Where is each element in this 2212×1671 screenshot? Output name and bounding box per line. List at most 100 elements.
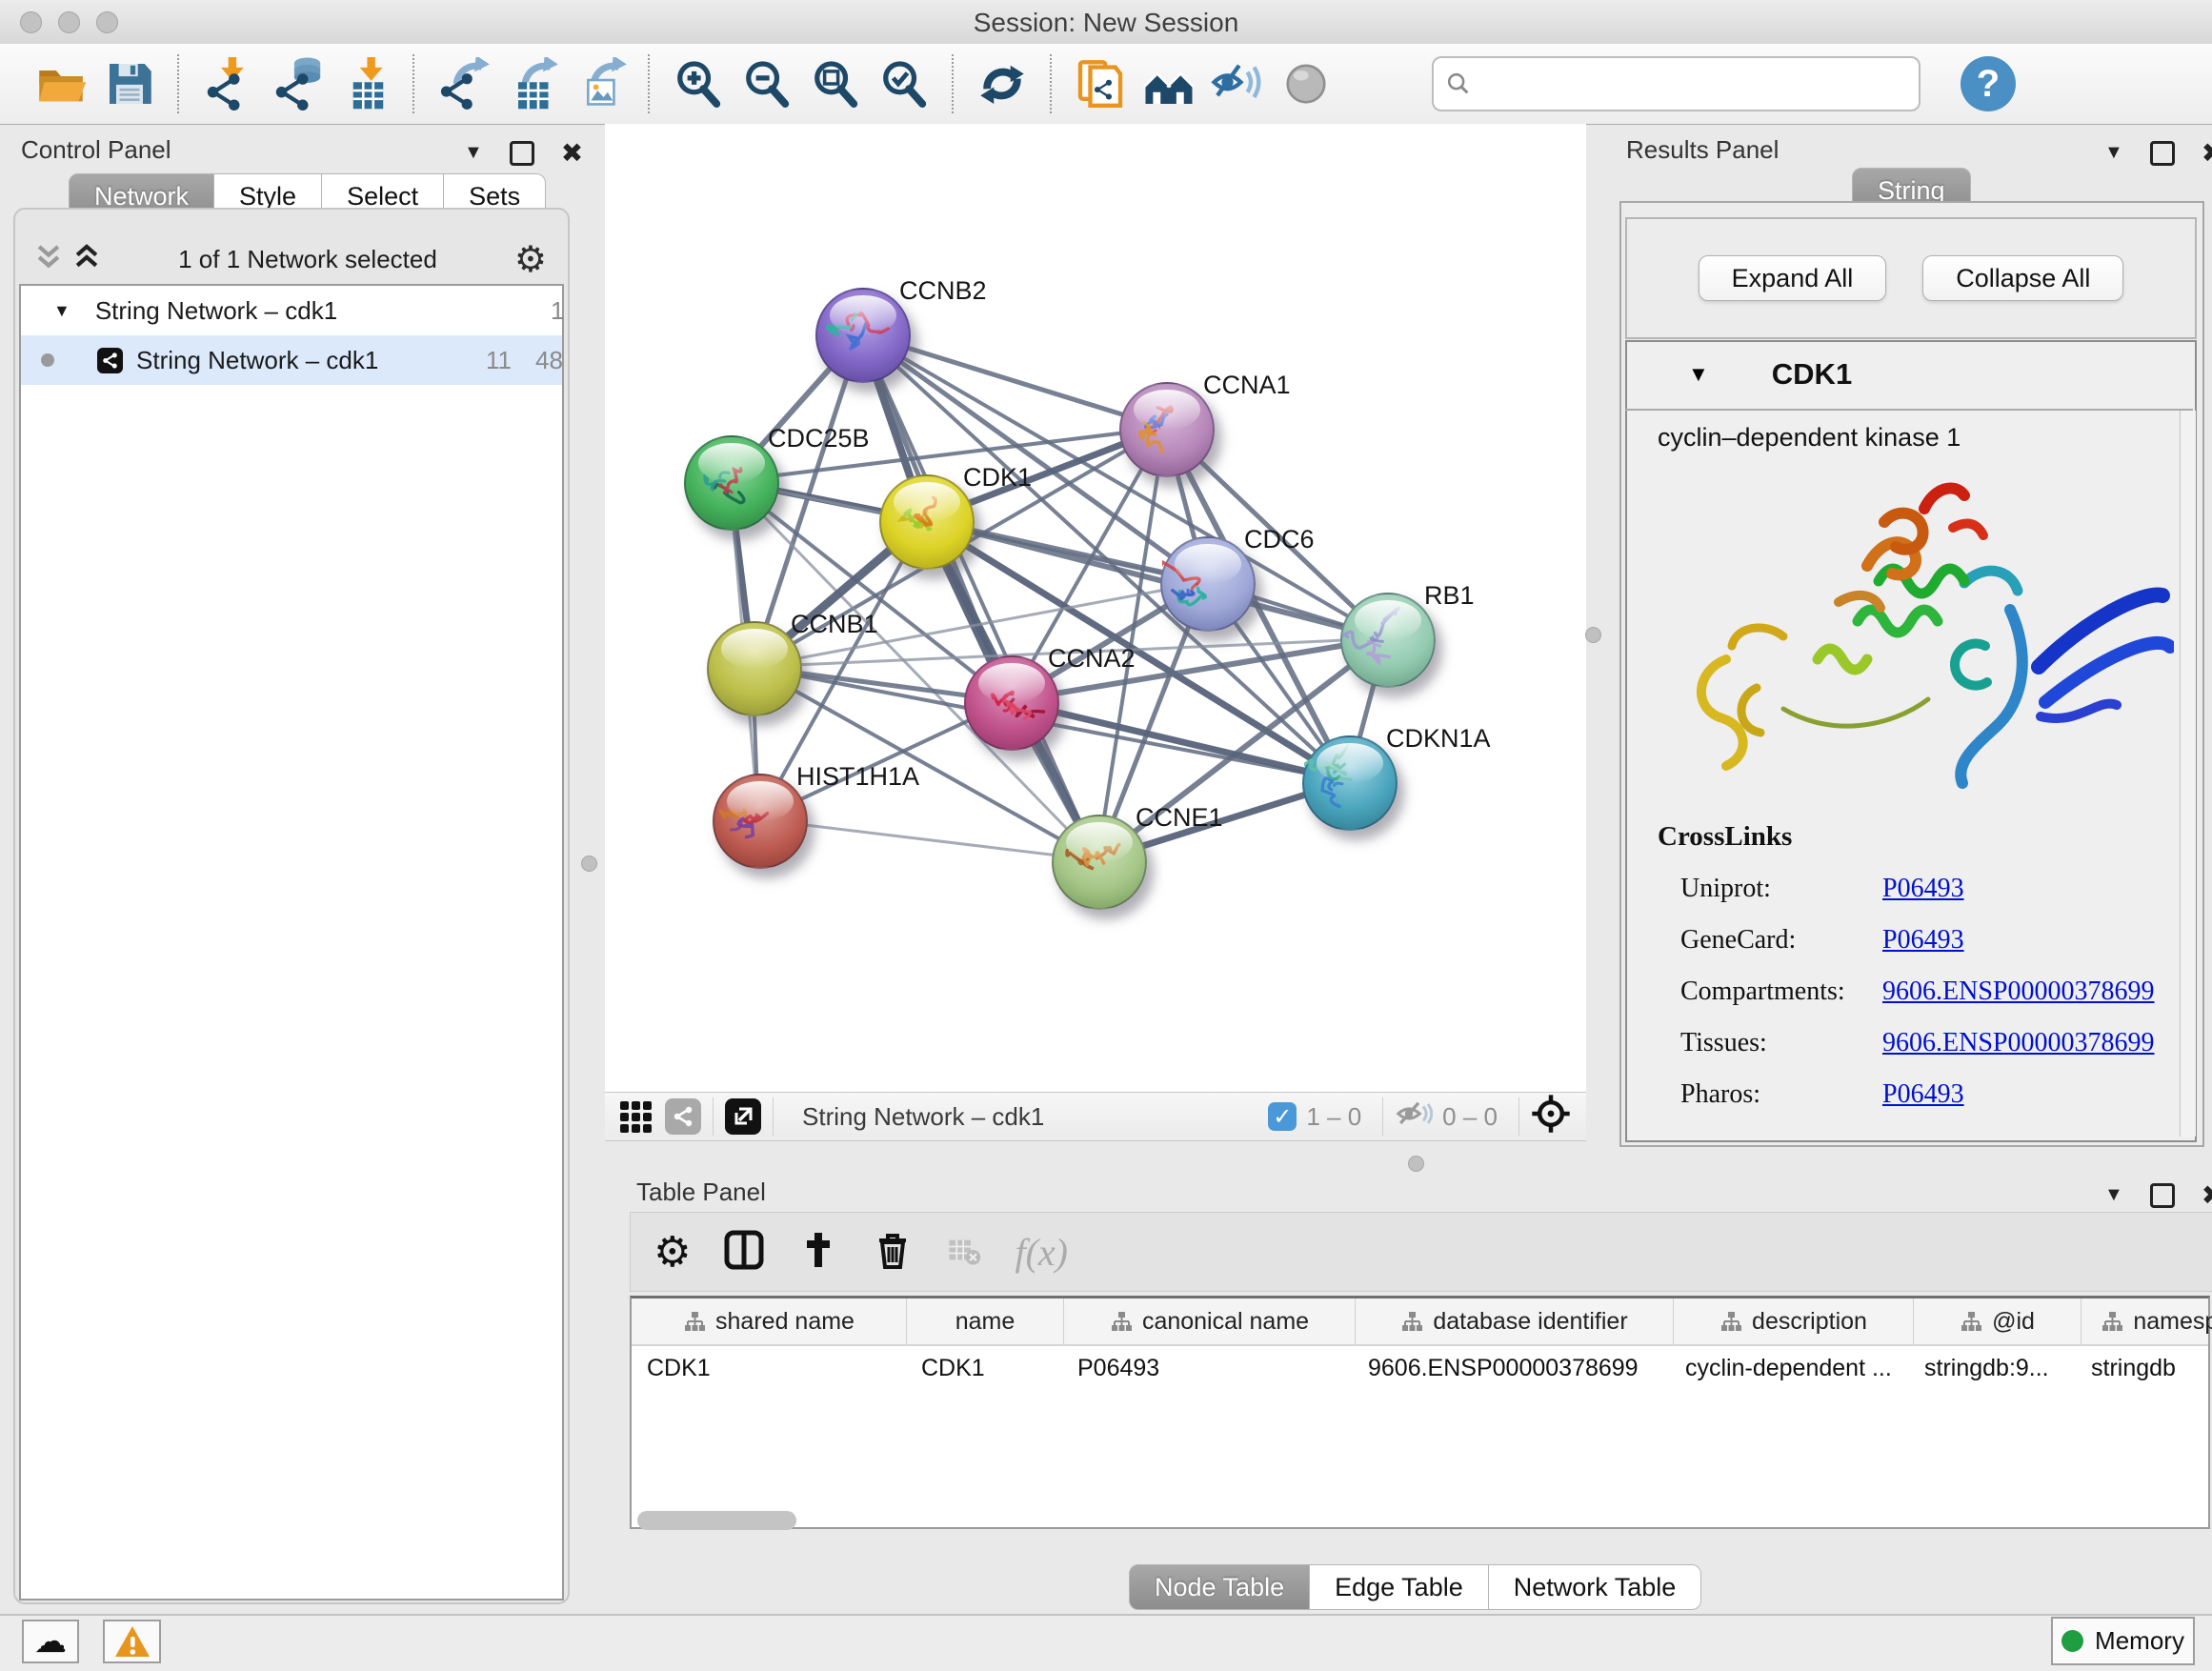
expand-all-networks-icon[interactable]: [72, 242, 101, 277]
left-splitter-handle[interactable]: [581, 856, 597, 872]
node-gloss: [1175, 544, 1240, 584]
table-cell[interactable]: cyclin-dependent ...: [1670, 1355, 1909, 1382]
collapse-panel-icon[interactable]: ▼: [2104, 1184, 2123, 1206]
collapse-all-button[interactable]: Collapse All: [1922, 255, 2123, 301]
help-button[interactable]: ?: [1961, 56, 2016, 111]
show-columns-icon[interactable]: [723, 1229, 765, 1276]
node-RB1[interactable]: [1340, 593, 1436, 688]
delete-column-trash-icon[interactable]: [872, 1229, 914, 1276]
zoom-in-icon[interactable]: [664, 51, 733, 116]
edge-HIST1H1A-CCNE1[interactable]: [758, 819, 1097, 860]
column-header-database-identifier[interactable]: database identifier: [1356, 1299, 1674, 1344]
network-view-title: String Network – cdk1: [802, 1102, 1044, 1132]
network-options-gear-icon[interactable]: ⚙: [514, 238, 547, 281]
open-in-new-window-icon[interactable]: [725, 1098, 761, 1135]
export-table-icon[interactable]: [497, 51, 566, 116]
node-CDC6[interactable]: [1160, 536, 1256, 632]
string-home-icon[interactable]: [1135, 51, 1203, 116]
node-CDC25B[interactable]: [684, 435, 779, 531]
crosslink-value-link[interactable]: 9606.ENSP00000378699: [1882, 976, 2154, 1007]
network-overview-icon[interactable]: [665, 1098, 701, 1135]
node-CDK1[interactable]: [879, 474, 975, 570]
fit-selected-crosshair-icon[interactable]: [1531, 1094, 1571, 1140]
column-header-namespac[interactable]: namespac: [2081, 1299, 2212, 1344]
crosslink-value-link[interactable]: P06493: [1882, 874, 1964, 904]
clone-network-icon[interactable]: [1066, 51, 1135, 116]
protein-expand-icon[interactable]: ▼: [1688, 362, 1709, 387]
tab-node-table[interactable]: Node Table: [1129, 1564, 1310, 1610]
node-CCNA1[interactable]: [1119, 382, 1215, 477]
crosslink-value-link[interactable]: P06493: [1882, 1079, 1964, 1110]
close-panel-icon[interactable]: ✖: [561, 137, 583, 169]
add-column-icon[interactable]: [797, 1229, 839, 1276]
export-image-icon[interactable]: [566, 51, 634, 116]
table-cell[interactable]: P06493: [1062, 1355, 1353, 1382]
grid-view-icon[interactable]: [620, 1101, 652, 1133]
cloud-button[interactable]: ☁: [22, 1620, 79, 1663]
table-cell[interactable]: stringdb: [2076, 1355, 2212, 1382]
bottom-splitter-handle[interactable]: [1408, 1156, 1424, 1172]
network-row[interactable]: String Network – cdk1 11 48: [21, 335, 562, 385]
node-gloss: [1317, 743, 1382, 783]
column-header-shared-name[interactable]: shared name: [632, 1299, 907, 1344]
close-panel-icon[interactable]: ✖: [2202, 137, 2212, 169]
table-cell[interactable]: stringdb:9...: [1909, 1355, 2076, 1382]
save-session-icon[interactable]: [95, 51, 164, 116]
close-panel-icon[interactable]: ✖: [2202, 1179, 2212, 1211]
collection-expand-icon[interactable]: ▼: [53, 301, 70, 321]
apply-layout-icon[interactable]: [968, 51, 1036, 116]
import-table-file-icon[interactable]: [331, 51, 399, 116]
crosslink-value-link[interactable]: 9606.ENSP00000378699: [1882, 1028, 2154, 1058]
memory-label: Memory: [2095, 1626, 2184, 1656]
table-cell[interactable]: CDK1: [906, 1355, 1062, 1382]
node-table[interactable]: shared namenamecanonical namedatabase id…: [630, 1296, 2210, 1529]
results-scrollbar[interactable]: [2180, 411, 2196, 1137]
expand-all-button[interactable]: Expand All: [1699, 255, 1887, 301]
column-header-description[interactable]: description: [1674, 1299, 1914, 1344]
warnings-button[interactable]: [103, 1620, 161, 1663]
right-splitter-handle[interactable]: [1585, 627, 1601, 643]
collapse-panel-icon[interactable]: ▼: [2104, 142, 2123, 164]
tab-edge-table[interactable]: Edge Table: [1310, 1564, 1489, 1610]
hide-graphics-details-icon[interactable]: [1203, 51, 1272, 116]
network-canvas[interactable]: CCNB2CCNA1CDC25BCDK1CDC6RB1CCNB1CCNA2CDK…: [605, 124, 1586, 1092]
node-CDKN1A[interactable]: [1302, 735, 1398, 831]
network-collection-row[interactable]: ▼ String Network – cdk1 1: [21, 286, 562, 335]
node-HIST1H1A[interactable]: [713, 774, 808, 869]
import-network-file-icon[interactable]: [193, 51, 262, 116]
column-header-@id[interactable]: @id: [1914, 1299, 2081, 1344]
memory-status-dot: [2061, 1630, 2083, 1652]
birds-eye-view-icon[interactable]: [1272, 51, 1340, 116]
hidden-eye-icon[interactable]: [1395, 1099, 1433, 1135]
column-header-canonical-name[interactable]: canonical name: [1064, 1299, 1356, 1344]
float-panel-icon[interactable]: [2150, 141, 2175, 166]
search-field[interactable]: [1472, 69, 1876, 100]
table-cell[interactable]: 9606.ENSP00000378699: [1353, 1355, 1670, 1382]
search-input[interactable]: [1432, 56, 1920, 111]
column-header-name[interactable]: name: [907, 1299, 1064, 1344]
collapse-panel-icon[interactable]: ▼: [464, 142, 483, 164]
table-options-gear-icon[interactable]: ⚙: [654, 1228, 691, 1277]
table-horizontal-scrollbar[interactable]: [637, 1511, 796, 1530]
node-CCNE1[interactable]: [1052, 815, 1147, 910]
table-row[interactable]: CDK1CDK1P064939606.ENSP00000378699cyclin…: [632, 1346, 2208, 1390]
node-CCNA2[interactable]: [964, 655, 1059, 751]
node-CCNB1[interactable]: [707, 621, 802, 716]
export-network-icon[interactable]: [429, 51, 497, 116]
table-cell[interactable]: CDK1: [632, 1355, 906, 1382]
memory-button[interactable]: Memory: [2051, 1617, 2195, 1665]
float-panel-icon[interactable]: [2150, 1183, 2175, 1208]
column-type-icon: [1960, 1310, 1982, 1333]
tab-network-table[interactable]: Network Table: [1489, 1564, 1702, 1610]
zoom-out-icon[interactable]: [733, 51, 801, 116]
collapse-all-networks-icon[interactable]: [34, 242, 63, 277]
import-network-database-icon[interactable]: [262, 51, 331, 116]
crosslink-value-link[interactable]: P06493: [1882, 925, 1964, 956]
protein-header[interactable]: ▼ CDK1: [1625, 340, 2193, 411]
node-CCNB2[interactable]: [815, 288, 911, 383]
float-panel-icon[interactable]: [510, 141, 534, 166]
open-session-icon[interactable]: [27, 51, 95, 116]
zoom-selected-icon[interactable]: [870, 51, 938, 116]
zoom-fit-icon[interactable]: [801, 51, 870, 116]
selected-checkbox-icon[interactable]: ✓: [1268, 1102, 1297, 1131]
